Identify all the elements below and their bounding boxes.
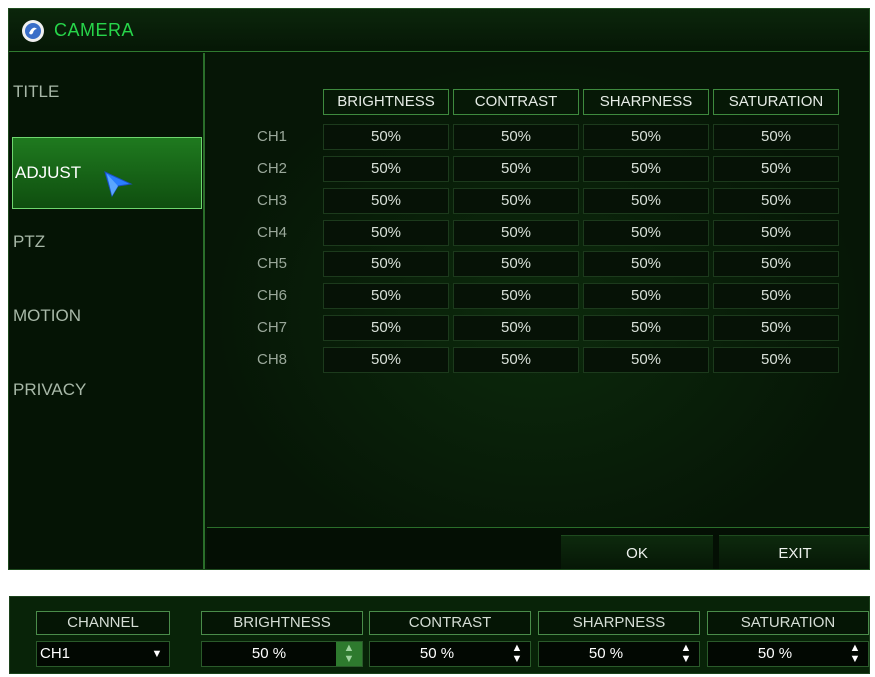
sharpness-cell[interactable]: 50% <box>583 124 709 150</box>
sidebar-item-privacy[interactable]: PRIVACY <box>9 375 204 447</box>
up-down-arrows-icon[interactable]: ▲ ▼ <box>842 642 868 666</box>
brightness-cell[interactable]: 50% <box>323 156 449 182</box>
exit-button[interactable]: EXIT <box>719 535 869 569</box>
sidebar-item-adjust[interactable]: ADJUST <box>12 137 202 209</box>
channel-label: CH4 <box>257 224 288 241</box>
column-header-saturation: SATURATION <box>713 89 839 115</box>
contrast-cell[interactable]: 50% <box>453 156 579 182</box>
channel-adjust-bar: CHANNEL BRIGHTNESS CONTRAST SHARPNESS SA… <box>9 596 870 674</box>
saturation-cell[interactable]: 50% <box>713 315 839 341</box>
sharpness-cell[interactable]: 50% <box>583 188 709 214</box>
brightness-cell[interactable]: 50% <box>323 347 449 373</box>
channel-select[interactable]: CH1 ▼ <box>36 641 170 667</box>
sidebar-item-label: PRIVACY <box>13 380 87 399</box>
contrast-spinner[interactable]: 50 % ▲ ▼ <box>369 641 531 667</box>
sharpness-value: 50 % <box>588 645 624 662</box>
saturation-cell[interactable]: 50% <box>713 156 839 182</box>
sidebar-item-label: TITLE <box>13 82 60 101</box>
brightness-cell[interactable]: 50% <box>323 188 449 214</box>
channel-label: CH7 <box>257 319 288 336</box>
mouse-cursor-icon <box>103 158 133 228</box>
column-header-sharpness: SHARPNESS <box>583 89 709 115</box>
up-down-arrows-icon[interactable]: ▲ ▼ <box>673 642 699 666</box>
sidebar-item-motion[interactable]: MOTION <box>9 301 204 373</box>
channel-label: CH5 <box>257 255 288 272</box>
sidebar-item-ptz[interactable]: PTZ <box>9 227 204 299</box>
channel-header: CHANNEL <box>36 611 170 635</box>
sharpness-cell[interactable]: 50% <box>583 156 709 182</box>
up-down-arrows-icon[interactable]: ▲ ▼ <box>336 642 362 666</box>
brightness-cell[interactable]: 50% <box>323 315 449 341</box>
saturation-cell[interactable]: 50% <box>713 188 839 214</box>
sharpness-header: SHARPNESS <box>538 611 700 635</box>
brightness-cell[interactable]: 50% <box>323 124 449 150</box>
contrast-cell[interactable]: 50% <box>453 315 579 341</box>
column-header-brightness: BRIGHTNESS <box>323 89 449 115</box>
saturation-cell[interactable]: 50% <box>713 251 839 277</box>
saturation-cell[interactable]: 50% <box>713 220 839 246</box>
sharpness-spinner[interactable]: 50 % ▲ ▼ <box>538 641 700 667</box>
brightness-cell[interactable]: 50% <box>323 283 449 309</box>
contrast-cell[interactable]: 50% <box>453 283 579 309</box>
channel-label: CH6 <box>257 287 288 304</box>
up-down-arrows-icon[interactable]: ▲ ▼ <box>504 642 530 666</box>
brightness-cell[interactable]: 50% <box>323 220 449 246</box>
sidebar-item-label: ADJUST <box>15 163 82 182</box>
saturation-header: SATURATION <box>707 611 869 635</box>
saturation-spinner[interactable]: 50 % ▲ ▼ <box>707 641 869 667</box>
saturation-cell[interactable]: 50% <box>713 347 839 373</box>
contrast-value: 50 % <box>419 645 455 662</box>
title-bar: CAMERA <box>9 9 869 52</box>
channel-label: CH1 <box>257 128 288 145</box>
contrast-cell[interactable]: 50% <box>453 251 579 277</box>
sidebar-item-label: PTZ <box>13 232 46 251</box>
brightness-value: 50 % <box>251 645 287 662</box>
camera-settings-window: CAMERA TITLE ADJUST PTZ MOTION PRIVACY B… <box>8 8 870 570</box>
brightness-cell[interactable]: 50% <box>323 251 449 277</box>
globe-icon <box>22 20 44 42</box>
saturation-cell[interactable]: 50% <box>713 124 839 150</box>
channel-label: CH3 <box>257 192 288 209</box>
contrast-header: CONTRAST <box>369 611 531 635</box>
sharpness-cell[interactable]: 50% <box>583 283 709 309</box>
saturation-value: 50 % <box>757 645 793 662</box>
sidebar: TITLE ADJUST PTZ MOTION PRIVACY <box>9 53 205 569</box>
window-title: CAMERA <box>54 20 135 40</box>
contrast-cell[interactable]: 50% <box>453 347 579 373</box>
contrast-cell[interactable]: 50% <box>453 124 579 150</box>
saturation-cell[interactable]: 50% <box>713 283 839 309</box>
adjust-table: BRIGHTNESS CONTRAST SHARPNESS SATURATION… <box>207 53 869 527</box>
channel-label: CH8 <box>257 351 288 368</box>
sidebar-item-label: MOTION <box>13 306 81 325</box>
chevron-down-icon: ▼ <box>151 648 163 660</box>
ok-button[interactable]: OK <box>561 535 713 569</box>
sharpness-cell[interactable]: 50% <box>583 220 709 246</box>
contrast-cell[interactable]: 50% <box>453 188 579 214</box>
brightness-header: BRIGHTNESS <box>201 611 363 635</box>
sharpness-cell[interactable]: 50% <box>583 347 709 373</box>
sharpness-cell[interactable]: 50% <box>583 315 709 341</box>
contrast-cell[interactable]: 50% <box>453 220 579 246</box>
channel-label: CH2 <box>257 160 288 177</box>
sharpness-cell[interactable]: 50% <box>583 251 709 277</box>
dialog-footer: OK EXIT <box>207 527 869 569</box>
column-header-contrast: CONTRAST <box>453 89 579 115</box>
brightness-spinner[interactable]: 50 % ▲ ▼ <box>201 641 363 667</box>
